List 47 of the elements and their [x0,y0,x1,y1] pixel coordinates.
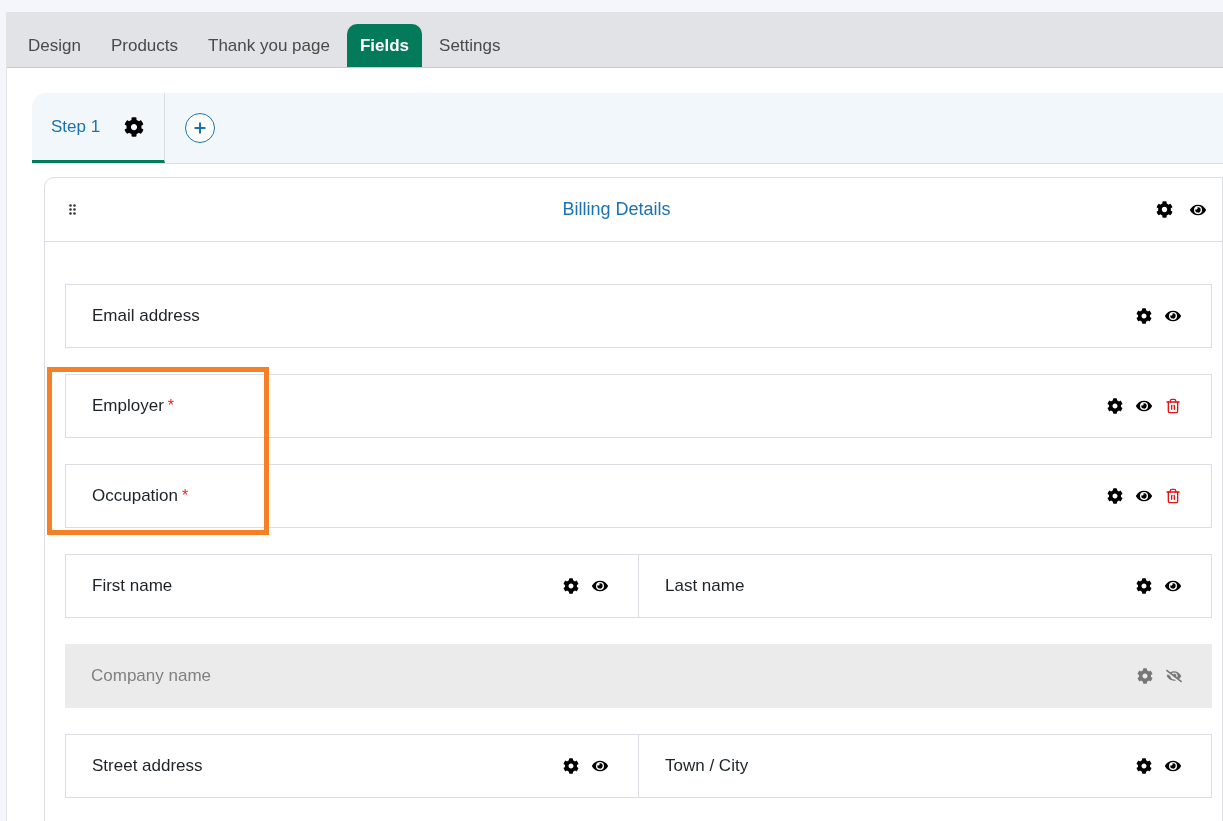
field-row[interactable]: Street address [65,734,639,798]
field-row[interactable]: Town / City [639,734,1212,798]
eye-icon[interactable] [592,578,608,594]
field-label: Town / City [665,755,749,778]
eye-icon[interactable] [592,758,608,774]
drag-handle-icon[interactable] [69,204,77,215]
settings-icon[interactable] [1107,488,1123,504]
settings-icon[interactable] [563,578,579,594]
settings-icon[interactable] [1136,758,1152,774]
plus-icon [192,120,208,136]
field-label: Employer [92,395,164,418]
field-row[interactable]: Last name [639,554,1212,618]
trash-icon[interactable] [1165,398,1181,414]
settings-icon[interactable] [1136,578,1152,594]
field-label: First name [92,575,173,598]
tab[interactable]: Fields [346,24,423,67]
required-mark: * [167,398,175,414]
settings-icon[interactable] [1107,398,1123,414]
field-label: Company name [91,665,211,688]
settings-icon[interactable] [563,758,579,774]
eye-icon[interactable] [1165,578,1181,594]
settings-icon[interactable] [124,116,145,137]
field-row[interactable]: Email address [65,284,1212,348]
field-label: Last name [665,575,745,598]
field-label: Street address [92,755,203,778]
trash-icon[interactable] [1165,488,1181,504]
step-tab[interactable]: Step 1 [32,93,165,163]
field-row[interactable]: Employer * [65,374,1212,438]
required-mark: * [182,488,189,504]
section-title: Billing Details [561,198,672,221]
tab[interactable]: Thank you page [195,24,343,67]
eye-icon[interactable] [1165,758,1181,774]
settings-icon[interactable] [1156,201,1173,218]
field-label: Email address [92,305,200,328]
eye-icon[interactable] [1165,308,1181,324]
eye-icon[interactable] [1136,488,1152,504]
settings-icon[interactable] [1136,308,1152,324]
eye-slash-icon[interactable] [1166,668,1182,684]
add-step-button[interactable] [185,113,215,143]
field-row[interactable]: Occupation * [65,464,1212,528]
tab[interactable]: Design [15,24,94,67]
field-label: Occupation [92,485,178,508]
field-row[interactable]: First name [65,554,639,618]
step-label: Step 1 [51,115,101,138]
tab[interactable]: Products [97,24,191,67]
eye-icon[interactable] [1136,398,1152,414]
tab[interactable]: Settings [426,24,514,67]
